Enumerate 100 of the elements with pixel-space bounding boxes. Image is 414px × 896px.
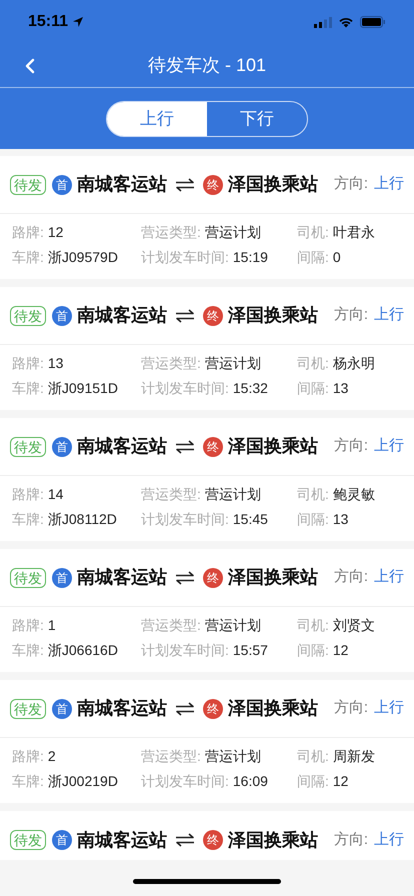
field-label: 路牌: bbox=[12, 747, 44, 766]
field-label: 车牌: bbox=[12, 510, 44, 529]
field-value: 刘贤文 bbox=[332, 616, 375, 635]
status-tag: 待发 bbox=[10, 830, 46, 850]
field-label: 计划发车时间: bbox=[141, 641, 229, 660]
field-value: 14 bbox=[48, 485, 64, 504]
page-title: 待发车次 - 101 bbox=[148, 54, 266, 77]
field-label: 司机: bbox=[297, 616, 329, 635]
end-badge: 终 bbox=[203, 306, 223, 326]
direction-value: 上行 bbox=[374, 698, 404, 718]
end-station: 泽国换乘站 bbox=[228, 173, 318, 196]
field-label: 间隔: bbox=[297, 379, 329, 398]
field-label: 营运类型: bbox=[141, 747, 201, 766]
status-tag: 待发 bbox=[10, 436, 46, 456]
start-badge: 首 bbox=[52, 306, 72, 326]
field-label: 车牌: bbox=[12, 379, 44, 398]
trip-card[interactable]: 待发 首 南城客运站 终 泽国换乘站 方向: 上行 路牌: 12 营运类型: 营运计划 司机: 叶君永 车牌: 浙J09579D 计划发车时间: 15:19 间隔: 0 bbox=[0, 156, 414, 279]
field-value: 13 bbox=[332, 379, 348, 398]
start-badge: 首 bbox=[52, 568, 72, 588]
field-label: 间隔: bbox=[297, 248, 329, 267]
swap-arrows-icon bbox=[175, 833, 195, 847]
field-label: 路牌: bbox=[12, 485, 44, 504]
start-badge: 首 bbox=[52, 698, 72, 718]
trip-card[interactable]: 待发 首 南城客运站 终 泽国换乘站 方向: 上行 路牌: 1 营运类型: 营运计划 司机: 刘贤文 车牌: 浙J06616D 计划发车时间: 15:57 间隔: 12 bbox=[0, 549, 414, 672]
field-label: 司机: bbox=[297, 747, 329, 766]
field-value: 0 bbox=[332, 248, 341, 267]
field-value: 16:09 bbox=[232, 772, 268, 791]
end-badge: 终 bbox=[203, 830, 223, 850]
swap-arrows-icon bbox=[175, 440, 195, 454]
battery-icon bbox=[360, 16, 386, 28]
field-value: 15:32 bbox=[232, 379, 268, 398]
field-value: 鲍灵敏 bbox=[332, 485, 375, 504]
swap-arrows-icon bbox=[175, 570, 195, 584]
field-label: 司机: bbox=[297, 223, 329, 242]
end-station: 泽国换乘站 bbox=[228, 697, 318, 720]
start-station: 南城客运站 bbox=[77, 566, 167, 589]
field-value: 营运计划 bbox=[204, 616, 261, 635]
end-badge: 终 bbox=[203, 698, 223, 718]
field-label: 间隔: bbox=[297, 510, 329, 529]
field-label: 路牌: bbox=[12, 223, 44, 242]
field-label: 间隔: bbox=[297, 641, 329, 660]
direction-tab[interactable]: 上行 bbox=[107, 102, 207, 136]
direction-value: 上行 bbox=[374, 436, 404, 456]
direction-value: 上行 bbox=[374, 567, 404, 588]
direction-label: 方向: bbox=[334, 830, 368, 850]
field-value: 15:57 bbox=[232, 641, 268, 660]
signal-icon bbox=[314, 16, 332, 28]
field-label: 营运类型: bbox=[141, 354, 201, 373]
direction-label: 方向: bbox=[334, 698, 368, 718]
field-value: 营运计划 bbox=[204, 354, 261, 373]
direction-value: 上行 bbox=[374, 830, 404, 850]
status-tag: 待发 bbox=[10, 568, 46, 588]
swap-arrows-icon bbox=[175, 702, 195, 716]
start-badge: 首 bbox=[52, 174, 72, 194]
field-value: 浙J00219D bbox=[48, 772, 118, 791]
direction-label: 方向: bbox=[334, 567, 368, 588]
direction-tab[interactable]: 下行 bbox=[207, 102, 307, 136]
field-label: 间隔: bbox=[297, 772, 329, 791]
field-label: 营运类型: bbox=[141, 616, 201, 635]
field-label: 营运类型: bbox=[141, 223, 201, 242]
end-badge: 终 bbox=[203, 436, 223, 456]
field-label: 路牌: bbox=[12, 354, 44, 373]
trip-card[interactable]: 待发 首 南城客运站 终 泽国换乘站 方向: 上行 路牌: 2 营运类型: 营运计划 司机: 周新发 车牌: 浙J00219D 计划发车时间: 16:09 间隔: 12 bbox=[0, 680, 414, 803]
end-station: 泽国换乘站 bbox=[228, 566, 318, 589]
field-label: 司机: bbox=[297, 354, 329, 373]
field-value: 1 bbox=[48, 616, 56, 635]
status-tag: 待发 bbox=[10, 306, 46, 326]
field-label: 车牌: bbox=[12, 641, 44, 660]
direction-label: 方向: bbox=[334, 305, 368, 326]
field-label: 车牌: bbox=[12, 248, 44, 267]
field-value: 叶君永 bbox=[332, 223, 375, 242]
field-value: 12 bbox=[48, 223, 64, 242]
end-badge: 终 bbox=[203, 174, 223, 194]
trip-card[interactable]: 待发 首 南城客运站 终 泽国换乘站 方向: 上行 路牌: 13 营运类型: 营运计划 司机: 杨永明 车牌: 浙J09151D 计划发车时间: 15:32 间隔: 13 bbox=[0, 287, 414, 410]
field-value: 营运计划 bbox=[204, 485, 261, 504]
start-station: 南城客运站 bbox=[77, 435, 167, 458]
direction-label: 方向: bbox=[334, 436, 368, 456]
trip-card[interactable]: 待发 首 南城客运站 终 泽国换乘站 方向: 上行 bbox=[0, 811, 414, 860]
end-station: 泽国换乘站 bbox=[228, 828, 318, 852]
field-value: 杨永明 bbox=[332, 354, 375, 373]
start-station: 南城客运站 bbox=[77, 304, 167, 327]
swap-arrows-icon bbox=[175, 178, 195, 192]
end-badge: 终 bbox=[203, 568, 223, 588]
direction-label: 方向: bbox=[334, 174, 368, 194]
field-value: 13 bbox=[332, 510, 348, 529]
field-label: 司机: bbox=[297, 485, 329, 504]
field-value: 营运计划 bbox=[204, 747, 261, 766]
end-station: 泽国换乘站 bbox=[228, 435, 318, 458]
status-time: 15:11 bbox=[28, 12, 68, 32]
field-label: 计划发车时间: bbox=[141, 248, 229, 267]
direction-value: 上行 bbox=[374, 174, 404, 194]
status-tag: 待发 bbox=[10, 174, 46, 194]
field-value: 周新发 bbox=[332, 747, 375, 766]
field-value: 浙J06616D bbox=[48, 641, 118, 660]
start-station: 南城客运站 bbox=[77, 173, 167, 196]
start-station: 南城客运站 bbox=[77, 697, 167, 720]
wifi-icon bbox=[338, 16, 354, 28]
swap-arrows-icon bbox=[175, 308, 195, 322]
trip-card[interactable]: 待发 首 南城客运站 终 泽国换乘站 方向: 上行 路牌: 14 营运类型: 营运计划 司机: 鲍灵敏 车牌: 浙J08112D 计划发车时间: 15:45 间隔: 13 bbox=[0, 418, 414, 541]
field-value: 浙J09151D bbox=[48, 379, 118, 398]
